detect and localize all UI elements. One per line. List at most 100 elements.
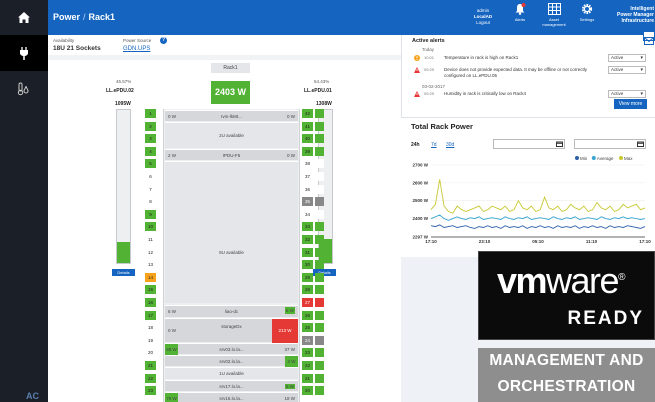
rack-unit-37[interactable]: 37 <box>302 172 313 181</box>
right-socket-37[interactable] <box>315 172 324 181</box>
rack-device-7[interactable]: srv17.lo.la... 5 W <box>165 380 298 391</box>
rack-unit-21[interactable]: 21 <box>302 373 313 383</box>
left-socket-20[interactable]: 20 <box>145 348 156 358</box>
left-socket-7[interactable]: 7 <box>145 184 156 194</box>
right-socket-22[interactable] <box>315 361 324 370</box>
calendar-icon[interactable] <box>556 141 563 147</box>
left-socket-16[interactable]: 16 <box>145 298 156 307</box>
left-pdu-details-button[interactable]: Details <box>112 269 135 276</box>
left-socket-3[interactable]: 3 <box>145 134 156 144</box>
user-menu[interactable]: admin LocalAD Logout <box>462 8 504 26</box>
rack-unit-36[interactable]: 36 <box>302 184 313 194</box>
right-socket-41[interactable] <box>315 121 324 131</box>
settings-button[interactable]: Settings <box>572 3 602 32</box>
right-socket-20[interactable] <box>315 386 324 396</box>
left-socket-6[interactable]: 6 <box>145 172 156 181</box>
rack-unit-39[interactable]: 39 <box>302 146 313 156</box>
right-socket-29[interactable] <box>315 272 324 282</box>
left-socket-14[interactable]: 14 <box>145 272 156 282</box>
left-socket-2[interactable]: 2 <box>145 121 156 131</box>
mail-button[interactable] <box>643 31 655 45</box>
start-date-input[interactable] <box>493 139 565 149</box>
left-socket-23[interactable]: 23 <box>145 386 156 396</box>
rack-device-4[interactable]: 0 W storageDx 213 W <box>165 318 298 343</box>
left-socket-9[interactable]: 9 <box>145 209 156 219</box>
rack-unit-31[interactable]: 31 <box>302 247 313 257</box>
left-socket-22[interactable]: 22 <box>145 373 156 383</box>
rack-unit-24[interactable]: 24 <box>302 335 313 345</box>
rack-unit-40[interactable]: 40 <box>302 134 313 144</box>
power-source-link[interactable]: GDN.UPS <box>123 46 150 52</box>
alert-status-select[interactable]: Active <box>608 54 646 62</box>
rack-unit-30[interactable]: 30 <box>302 260 313 270</box>
info-icon[interactable]: ? <box>160 37 167 44</box>
left-socket-21[interactable]: 21 <box>145 361 156 370</box>
right-socket-28[interactable] <box>315 285 324 295</box>
alert-status-select[interactable]: Active <box>608 90 646 98</box>
rack-unit-20[interactable]: 20 <box>302 386 313 396</box>
left-socket-18[interactable]: 18 <box>145 323 156 333</box>
end-date-input[interactable] <box>574 139 646 149</box>
left-socket-15[interactable]: 15 <box>145 285 156 295</box>
view-more-button[interactable]: View more <box>614 99 647 109</box>
right-socket-32[interactable] <box>315 235 324 244</box>
rack-unit-41[interactable]: 41 <box>302 121 313 131</box>
home-button[interactable] <box>0 0 48 35</box>
alert-status-select[interactable]: Active <box>608 66 646 74</box>
calendar-icon[interactable] <box>637 141 644 147</box>
right-socket-21[interactable] <box>315 373 324 383</box>
left-socket-5[interactable]: 5 <box>145 159 156 169</box>
rack-unit-28[interactable]: 28 <box>302 285 313 295</box>
right-socket-33[interactable] <box>315 222 324 232</box>
right-socket-27[interactable] <box>315 298 324 307</box>
rack-unit-32[interactable]: 32 <box>302 235 313 244</box>
alert-row[interactable]: 09:29 Device does not provide expected d… <box>414 66 650 82</box>
range-30d[interactable]: 30d <box>446 142 454 148</box>
right-socket-34[interactable] <box>315 209 324 219</box>
right-socket-35[interactable] <box>315 197 324 207</box>
left-pdu-name[interactable]: LL.ePDU.02 <box>106 88 134 94</box>
left-socket-4[interactable]: 4 <box>145 146 156 156</box>
sidebar-item-sensors[interactable] <box>0 71 48 107</box>
range-24h[interactable]: 24h <box>411 142 420 148</box>
rack-unit-23[interactable]: 23 <box>302 348 313 358</box>
right-socket-26[interactable] <box>315 310 324 320</box>
rack-unit-33[interactable]: 33 <box>302 222 313 232</box>
right-pdu-name[interactable]: LL.ePDU.01 <box>304 88 332 94</box>
left-socket-19[interactable]: 19 <box>145 335 156 345</box>
asset-management-button[interactable]: Asset management <box>537 3 571 32</box>
left-socket-11[interactable]: 11 <box>145 235 156 244</box>
right-socket-23[interactable] <box>315 348 324 358</box>
rack-device-2[interactable]: 2 W IPDU-F5 0 W <box>165 149 298 160</box>
right-socket-39[interactable] <box>315 146 324 156</box>
rack-unit-25[interactable]: 25 <box>302 323 313 333</box>
rack-unit-29[interactable]: 29 <box>302 272 313 282</box>
rack-unit-34[interactable]: 34 <box>302 209 313 219</box>
rack-device-1[interactable]: 0 W Ivm-lkMt... 0 W <box>165 110 298 121</box>
rack-unit-22[interactable]: 22 <box>302 361 313 370</box>
left-socket-12[interactable]: 12 <box>145 247 156 257</box>
right-socket-36[interactable] <box>315 184 324 194</box>
range-7d[interactable]: 7d <box>431 142 437 148</box>
sidebar-item-power[interactable] <box>0 35 48 71</box>
rack-device-3[interactable]: 6 W liao-dc 6 W <box>165 305 298 317</box>
left-socket-1[interactable]: 1 <box>145 109 156 118</box>
logout-link[interactable]: Logout <box>462 20 504 26</box>
rack-device-8[interactable]: 79 W srv16.lo.la... 18 W <box>165 392 298 402</box>
rack-unit-42[interactable]: 42 <box>302 109 313 118</box>
right-socket-24[interactable] <box>315 335 324 345</box>
breadcrumb-power[interactable]: Power <box>53 12 80 22</box>
left-socket-8[interactable]: 8 <box>145 197 156 207</box>
alerts-button[interactable]: Alerts <box>505 3 535 32</box>
right-socket-31[interactable] <box>315 247 324 257</box>
left-socket-17[interactable]: 17 <box>145 310 156 320</box>
right-socket-40[interactable] <box>315 134 324 144</box>
right-socket-25[interactable] <box>315 323 324 333</box>
alert-row[interactable]: 10:01 Temperature in rack is high on Rac… <box>414 54 650 65</box>
rack-unit-26[interactable]: 26 <box>302 310 313 320</box>
right-socket-42[interactable] <box>315 109 324 118</box>
left-socket-10[interactable]: 10 <box>145 222 156 232</box>
left-socket-13[interactable]: 13 <box>145 260 156 270</box>
right-socket-38[interactable] <box>315 159 324 169</box>
right-socket-30[interactable] <box>315 260 324 270</box>
